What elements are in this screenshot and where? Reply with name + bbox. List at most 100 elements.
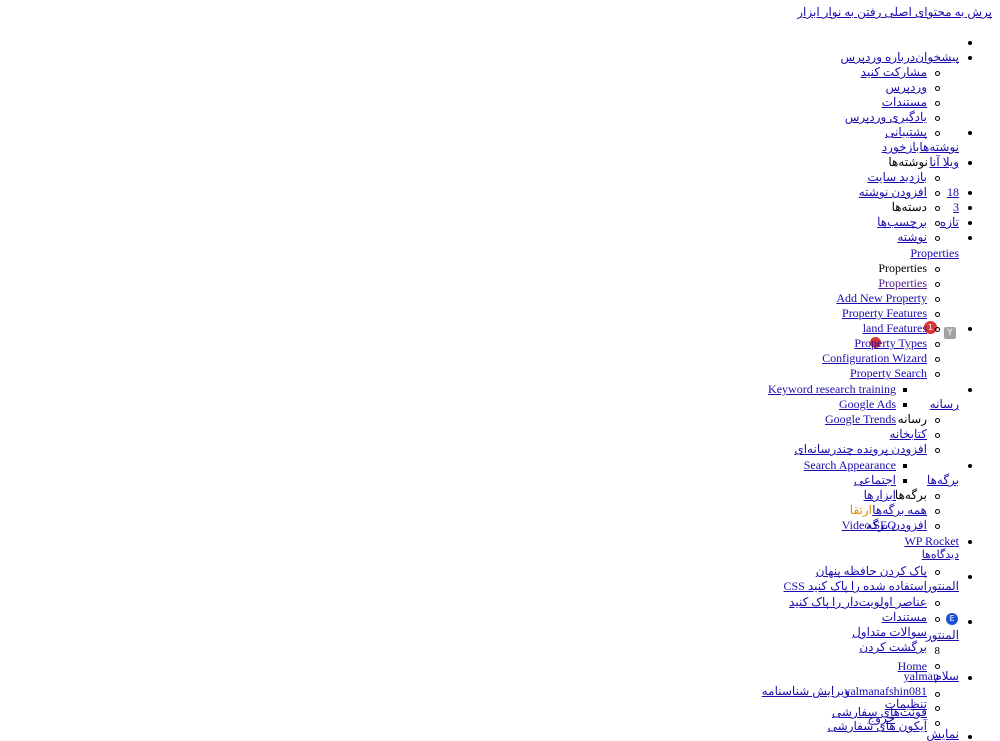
all-pages-link[interactable]: همه برگه‌ها bbox=[872, 504, 927, 517]
bullet bbox=[968, 131, 972, 135]
bullet bbox=[968, 206, 972, 210]
add-new-property-link[interactable]: Add New Property bbox=[836, 292, 927, 305]
comments-link[interactable]: دیدگاه‌ها bbox=[922, 549, 959, 562]
properties-link[interactable]: Properties bbox=[878, 277, 927, 290]
revert-link[interactable]: برگشت کردن bbox=[859, 641, 927, 654]
bullet bbox=[935, 131, 940, 136]
bullet bbox=[903, 403, 907, 407]
bullet bbox=[968, 56, 972, 60]
comments-count-link[interactable]: 3 bbox=[953, 201, 959, 214]
bullet bbox=[935, 312, 940, 317]
docs-link[interactable]: مستندات bbox=[882, 611, 927, 624]
bullet bbox=[935, 176, 940, 181]
add-post-link[interactable]: افزودن نوشته bbox=[859, 186, 927, 199]
keyword-training-link[interactable]: Keyword research training bbox=[768, 383, 896, 396]
media-label: رسانه bbox=[897, 412, 927, 426]
bullet bbox=[935, 206, 940, 211]
bullet bbox=[935, 282, 940, 287]
bullet bbox=[935, 524, 940, 529]
bullet bbox=[935, 448, 940, 453]
bullet bbox=[935, 372, 940, 377]
bullet bbox=[935, 71, 940, 76]
property-features-link[interactable]: Property Features bbox=[842, 307, 927, 320]
land-features-link[interactable]: land Features bbox=[863, 322, 927, 335]
bullet bbox=[935, 494, 940, 499]
tools-link[interactable]: ابزارها bbox=[864, 489, 896, 502]
site-name-link[interactable]: ویلا آنا bbox=[929, 156, 959, 169]
clear-used-css-link[interactable]: استفاده شده را پاک کنید CSS bbox=[784, 580, 928, 593]
edit-profile-link[interactable]: ویرایش شناسنامه bbox=[762, 685, 850, 698]
bullet bbox=[968, 540, 972, 544]
google-ads-link[interactable]: Google Ads bbox=[839, 398, 896, 411]
properties-heading[interactable]: Properties bbox=[910, 247, 959, 260]
new-content-link[interactable]: تازه bbox=[940, 216, 959, 229]
add-media-link[interactable]: افزودن پرونده چندرسانه‌ای bbox=[794, 443, 927, 456]
faq-link[interactable]: سوالات متداول bbox=[852, 626, 927, 639]
bullet bbox=[935, 570, 940, 575]
posts-label: نوشته‌ها bbox=[888, 155, 928, 169]
upgrade-link[interactable]: ارتقا bbox=[850, 504, 872, 517]
clear-cache-link[interactable]: پاک کردن حافظه پنهان bbox=[816, 565, 927, 578]
tags-link[interactable]: برچسب‌ها bbox=[877, 216, 927, 229]
video-seo-link[interactable]: Video SEO bbox=[842, 519, 896, 532]
user-name-link[interactable]: yalman bbox=[904, 670, 939, 683]
custom-icons-link[interactable]: آیکون های سفارشی bbox=[828, 720, 927, 733]
bullet bbox=[935, 297, 940, 302]
property-search-link[interactable]: Property Search bbox=[850, 367, 927, 380]
google-trends-link[interactable]: Google Trends bbox=[825, 413, 896, 426]
elementor-link[interactable]: المنتور bbox=[926, 580, 959, 593]
bullet bbox=[935, 601, 940, 606]
elementor-secondary-link[interactable]: المنتور bbox=[926, 629, 959, 642]
documentation-link[interactable]: مستندات bbox=[882, 96, 927, 109]
bullet bbox=[935, 191, 940, 196]
bullet bbox=[935, 342, 940, 347]
feedback-link[interactable]: نوشته‌هابازخورد bbox=[882, 141, 959, 154]
bullet bbox=[968, 464, 972, 468]
bullet bbox=[935, 706, 940, 711]
categories-label: دسته‌ها bbox=[891, 200, 927, 214]
bullet bbox=[935, 509, 940, 514]
bullet bbox=[968, 191, 972, 195]
bullet bbox=[968, 575, 972, 579]
bullet bbox=[935, 617, 940, 622]
bullet bbox=[968, 327, 972, 331]
learn-wordpress-link[interactable]: یادگیری وردپرس bbox=[845, 111, 927, 124]
bullet bbox=[903, 464, 907, 468]
clear-priority-elements-link[interactable]: عناصر اولویت‌دار را پاک کنید bbox=[789, 596, 927, 609]
new-post-link[interactable]: نوشته bbox=[897, 231, 927, 244]
bullet bbox=[935, 86, 940, 91]
pages-label: برگه‌ها bbox=[894, 488, 927, 502]
bullet bbox=[903, 479, 907, 483]
wp-rocket-link[interactable]: WP Rocket bbox=[904, 535, 959, 548]
contribute-link[interactable]: مشارکت کنید bbox=[861, 66, 927, 79]
updates-count-link[interactable]: 18 bbox=[947, 186, 959, 199]
bullet bbox=[935, 267, 940, 272]
configuration-wizard-link[interactable]: Configuration Wizard bbox=[822, 352, 927, 365]
bullet bbox=[935, 101, 940, 106]
bullet bbox=[968, 236, 972, 240]
social-link[interactable]: اجتماعی bbox=[854, 474, 896, 487]
property-types-link[interactable]: Property Types bbox=[854, 337, 927, 350]
bullet bbox=[935, 433, 940, 438]
elementor-icon[interactable]: E bbox=[946, 613, 958, 625]
bullet bbox=[968, 620, 972, 624]
pages-link[interactable]: برگه‌ها bbox=[927, 474, 959, 487]
yoast-icon[interactable]: Y bbox=[944, 327, 956, 339]
bullet bbox=[968, 41, 972, 45]
about-wordpress-link[interactable]: پیشخوان‌درباره وردپرس bbox=[840, 51, 959, 64]
wordpress-org-link[interactable]: وردپرس bbox=[885, 81, 927, 94]
visit-site-link[interactable]: بازدید سایت bbox=[867, 171, 927, 184]
library-link[interactable]: کتابخانه bbox=[889, 428, 927, 441]
appearance-link[interactable]: نمایش bbox=[926, 728, 959, 741]
skip-links[interactable]: پرش به محتوای اصلی رفتن به نوار ابزار bbox=[797, 6, 992, 19]
bullet bbox=[968, 735, 972, 739]
bullet bbox=[903, 388, 907, 392]
bullet bbox=[968, 161, 972, 165]
bullet bbox=[935, 418, 940, 423]
bullet bbox=[935, 221, 940, 226]
support-link[interactable]: پشتیبانی bbox=[885, 126, 927, 139]
properties-current: Properties bbox=[878, 261, 927, 275]
bullet bbox=[968, 221, 972, 225]
media-link[interactable]: رسانه bbox=[930, 398, 959, 411]
search-appearance-link[interactable]: Search Appearance bbox=[804, 459, 896, 472]
